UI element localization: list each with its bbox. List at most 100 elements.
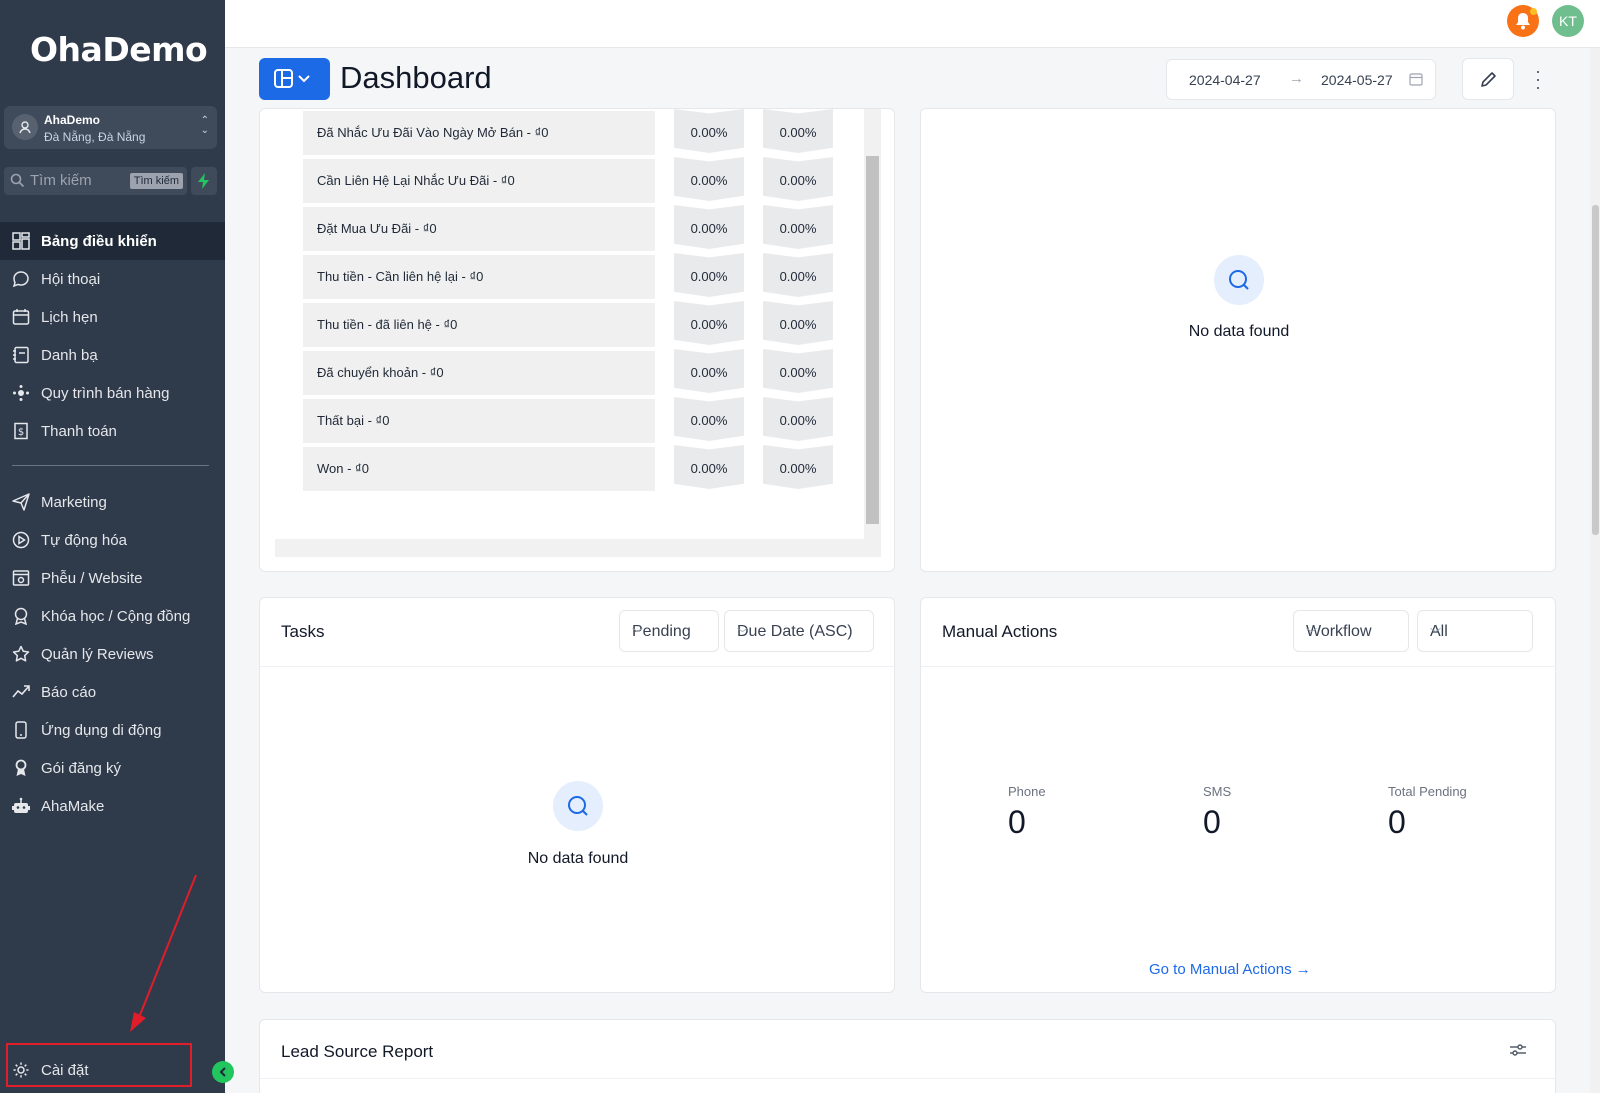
conversion-percent-cell: 0.00% — [763, 349, 833, 393]
search-icon — [568, 796, 588, 816]
percent-value: 0.00% — [779, 125, 817, 140]
account-location: Đà Nẵng, Đà Nẵng — [44, 130, 146, 144]
sidebar-item-label: Ứng dụng di động — [41, 722, 162, 739]
sidebar-item-star[interactable]: Quản lý Reviews — [0, 635, 225, 673]
percent-value: 0.00% — [779, 365, 817, 380]
sidebar-item-label: Danh bạ — [41, 347, 98, 364]
pipeline-stage-row: Thu tiền - Cần liên hệ lại - ₫0 — [303, 255, 655, 299]
pipeline-stage-row: Thất bại - ₫0 — [303, 399, 655, 443]
vertical-scrollbar[interactable] — [864, 109, 881, 557]
sidebar-item-calendar[interactable]: Lịch hẹn — [0, 298, 225, 336]
search-shortcut: Tìm kiếm — [129, 173, 183, 189]
stat-label: Phone — [1008, 784, 1046, 799]
conversion-percent-cell: 0.00% — [674, 301, 744, 345]
account-avatar — [12, 114, 38, 140]
search-input[interactable]: Tìm kiếm Tìm kiếm — [4, 167, 187, 195]
sidebar-item-robot[interactable]: AhaMake — [0, 787, 225, 825]
award-icon — [14, 607, 28, 625]
card-title: Tasks — [281, 622, 325, 641]
sidebar-collapse-button[interactable] — [212, 1061, 234, 1083]
stage-label: Đã chuyển khoản - ₫0 — [317, 365, 444, 380]
sidebar-item-automation[interactable]: Tự động hóa — [0, 521, 225, 559]
page-scroll-thumb[interactable] — [1592, 205, 1599, 535]
filter-settings-icon[interactable] — [1509, 1042, 1527, 1058]
arrow-right-icon: → — [1289, 70, 1304, 87]
stat-value: 0 — [1388, 804, 1406, 840]
horizontal-scrollbar[interactable] — [275, 539, 864, 557]
chevron-down-icon: ﹀ — [632, 628, 643, 640]
more-options-button[interactable]: · · · — [1530, 62, 1546, 96]
sidebar-item-pipeline[interactable]: Quy trình bán hàng — [0, 374, 225, 412]
sidebar-item-badge[interactable]: Gói đăng ký — [0, 749, 225, 787]
stat-value: 0 — [1203, 804, 1221, 840]
card-title: Lead Source Report — [281, 1042, 434, 1061]
sidebar-item-mobile[interactable]: Ứng dụng di động — [0, 711, 225, 749]
chevron-down-icon: ﹀ — [1306, 628, 1317, 640]
lead-source-card: Lead Source Report — [259, 1019, 1557, 1093]
sidebar-item-label: Quản lý Reviews — [41, 646, 154, 663]
contacts-icon — [13, 346, 29, 364]
notification-button[interactable] — [1507, 5, 1539, 37]
sidebar-item-funnel[interactable]: Phễu / Website — [0, 559, 225, 597]
account-switcher[interactable]: AhaDemo Đà Nẵng, Đà Nẵng ⌃ ⌄ — [4, 106, 217, 149]
sidebar-item-label: AhaMake — [41, 798, 105, 815]
conversion-percent-cell: 0.00% — [763, 397, 833, 441]
card-title: Manual Actions — [942, 622, 1058, 641]
pipeline-card: Đã Nhắc Ưu Đãi Vào Ngày Mở Bán - ₫0 0.00%… — [259, 108, 895, 572]
quick-action-button[interactable] — [191, 167, 217, 195]
card-divider — [921, 666, 1557, 667]
sidebar-item-label: Thanh toán — [41, 423, 117, 440]
tasks-card: Tasks Pending ﹀ Due Date (ASC) ﹀ No data f… — [259, 597, 896, 993]
task-sort-select[interactable]: Due Date (ASC) ﹀ — [724, 610, 874, 652]
dashboard-icon — [12, 232, 30, 250]
stage-label: Thu tiền - Cần liên hệ lại - ₫0 — [317, 269, 484, 284]
conversion-percent-cell: 0.00% — [674, 349, 744, 393]
layout-icon — [274, 69, 310, 88]
card-divider — [260, 1078, 1557, 1079]
sidebar-item-label: Hội thoại — [41, 271, 101, 288]
card-divider — [260, 666, 896, 667]
empty-state-icon — [553, 781, 603, 831]
search-placeholder: Tìm kiếm — [30, 172, 92, 189]
pipeline-icon — [13, 385, 29, 401]
pipeline-stage-row: Thu tiền - đã liên hệ - ₫0 — [303, 303, 655, 347]
mobile-icon — [15, 721, 27, 739]
empty-state-text: No data found — [1188, 323, 1290, 340]
percent-value: 0.00% — [779, 221, 817, 236]
topbar — [225, 0, 1600, 48]
sidebar-item-chat[interactable]: Hội thoại — [0, 260, 225, 298]
sidebar-item-contacts[interactable]: Danh bạ — [0, 336, 225, 374]
percent-value: 0.00% — [690, 269, 728, 284]
conversion-percent-cell: 0.00% — [674, 157, 744, 201]
date-range-picker[interactable]: 2024-04-27 → 2024-05-27 — [1166, 59, 1436, 100]
funnel-icon — [12, 570, 30, 586]
right-top-card: No data found — [920, 108, 1556, 572]
payment-icon: $ — [14, 422, 28, 440]
user-avatar[interactable]: KT — [1552, 5, 1584, 37]
conversion-percent-cell: 0.00% — [763, 157, 833, 201]
edit-dashboard-button[interactable] — [1462, 58, 1514, 100]
notification-dot — [1530, 8, 1537, 15]
sidebar-item-payment[interactable]: $ Thanh toán — [0, 412, 225, 450]
stage-label: Cần Liên Hệ Lại Nhắc Ưu Đãi - ₫0 — [317, 173, 515, 188]
sidebar-item-send[interactable]: Marketing — [0, 483, 225, 521]
sidebar-item-dashboard[interactable]: Bảng điều khiển — [0, 222, 225, 260]
percent-value: 0.00% — [690, 125, 728, 140]
manual-actions-card: Manual Actions Workflow ﹀ All ﹀ Phone 0 SMS 0… — [920, 597, 1557, 993]
scope-select[interactable]: All ﹀ — [1417, 610, 1533, 652]
scroll-thumb[interactable] — [866, 156, 879, 524]
calendar-icon — [1409, 73, 1423, 86]
page-title: Dashboard — [340, 60, 492, 95]
chart-icon — [12, 685, 30, 698]
percent-value: 0.00% — [690, 413, 728, 428]
workflow-select[interactable]: Workflow ﹀ — [1293, 610, 1409, 652]
brand-logo[interactable]: OhaDemo — [30, 30, 208, 69]
go-to-manual-actions-link[interactable]: Go to Manual Actions → — [1149, 961, 1311, 978]
user-icon — [19, 121, 31, 134]
dashboard-switcher-button[interactable] — [259, 58, 330, 100]
percent-value: 0.00% — [779, 413, 817, 428]
percent-value: 0.00% — [779, 173, 817, 188]
sidebar-item-chart[interactable]: Báo cáo — [0, 673, 225, 711]
task-status-select[interactable]: Pending ﹀ — [619, 610, 719, 652]
sidebar-item-award[interactable]: Khóa học / Cộng đồng — [0, 597, 225, 635]
